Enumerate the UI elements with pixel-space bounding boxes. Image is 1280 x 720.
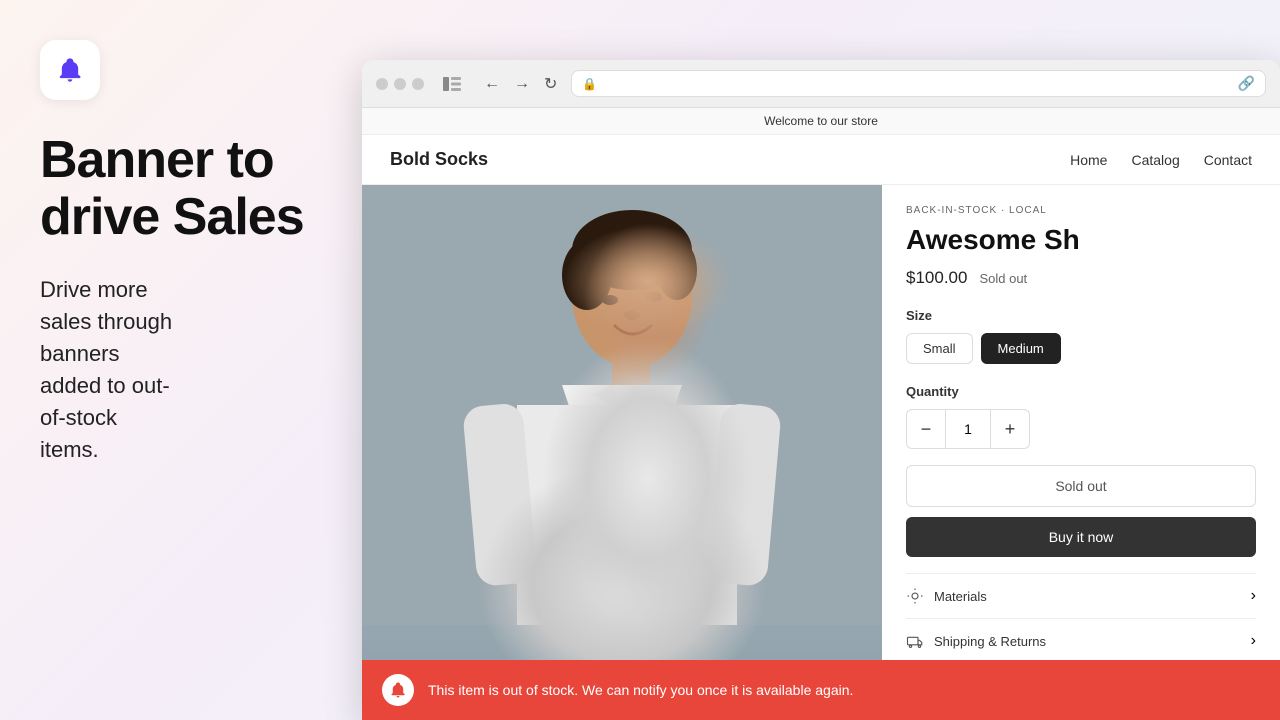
store-banner: Welcome to our store (362, 108, 1280, 135)
accordion-materials-label: Materials (934, 589, 1241, 604)
accordion-shipping-label: Shipping & Returns (934, 634, 1241, 649)
materials-icon (906, 587, 924, 605)
traffic-light-close (376, 78, 388, 90)
product-category: BACK-IN-STOCK · LOCAL (906, 205, 1256, 216)
notification-banner: This item is out of stock. We can notify… (362, 660, 1280, 720)
accordion-shipping[interactable]: Shipping & Returns › (906, 619, 1256, 664)
size-options: Small Medium (906, 333, 1256, 364)
back-button[interactable]: ← (480, 72, 504, 96)
store-nav-links: Home Catalog Contact (1070, 152, 1252, 168)
product-image-area (362, 185, 882, 720)
bell-notification-icon (389, 681, 407, 699)
browser-window: ← → ↻ 🔒 🔗 Welcome to our store Bold Sock… (362, 60, 1280, 720)
sold-out-button[interactable]: Sold out (906, 465, 1256, 507)
shipping-icon (906, 632, 924, 650)
product-price: $100.00 (906, 268, 967, 288)
store-banner-text: Welcome to our store (764, 114, 878, 128)
quantity-label: Quantity (906, 384, 1256, 399)
reload-button[interactable]: ↻ (540, 72, 561, 96)
app-icon (40, 40, 100, 100)
quantity-decrease-button[interactable]: − (907, 410, 945, 448)
product-name: Awesome Sh (906, 224, 1256, 256)
store-logo: Bold Socks (390, 149, 488, 170)
notification-text: This item is out of stock. We can notify… (428, 682, 853, 698)
sidebar-toggle-button[interactable] (438, 74, 466, 94)
accordion-materials[interactable]: Materials › (906, 574, 1256, 619)
price-row: $100.00 Sold out (906, 268, 1256, 288)
product-area: BACK-IN-STOCK · LOCAL Awesome Sh $100.00… (362, 185, 1280, 720)
headline: Banner to drive Sales (40, 132, 320, 246)
size-small-button[interactable]: Small (906, 333, 973, 364)
left-panel: Banner to drive Sales Drive moresales th… (0, 0, 360, 720)
product-image (362, 185, 882, 720)
quantity-row: − 1 + (906, 409, 1030, 449)
product-image-svg (362, 185, 882, 625)
store-content: Welcome to our store Bold Socks Home Cat… (362, 108, 1280, 720)
quantity-increase-button[interactable]: + (991, 410, 1029, 448)
nav-home[interactable]: Home (1070, 152, 1107, 168)
link-icon: 🔗 (1238, 75, 1255, 92)
quantity-value: 1 (945, 410, 991, 448)
sold-out-badge: Sold out (979, 271, 1027, 286)
browser-chrome: ← → ↻ 🔒 🔗 (362, 60, 1280, 108)
lock-icon: 🔒 (582, 77, 597, 91)
accordion-materials-chevron: › (1251, 587, 1256, 605)
nav-contact[interactable]: Contact (1204, 152, 1252, 168)
traffic-lights (376, 78, 424, 90)
store-nav: Bold Socks Home Catalog Contact (362, 135, 1280, 185)
nav-buttons: ← → ↻ (480, 72, 561, 96)
sidebar-icon (443, 77, 461, 91)
bell-icon (56, 56, 84, 84)
address-bar[interactable]: 🔒 🔗 (571, 70, 1266, 97)
subtext: Drive moresales throughbannersadded to o… (40, 274, 172, 465)
notification-bell-icon (382, 674, 414, 706)
size-label: Size (906, 308, 1256, 323)
product-details: BACK-IN-STOCK · LOCAL Awesome Sh $100.00… (882, 185, 1280, 720)
accordion-shipping-chevron: › (1251, 632, 1256, 650)
nav-catalog[interactable]: Catalog (1131, 152, 1179, 168)
buy-now-button[interactable]: Buy it now (906, 517, 1256, 557)
traffic-light-minimize (394, 78, 406, 90)
size-medium-button[interactable]: Medium (981, 333, 1061, 364)
forward-button[interactable]: → (510, 72, 534, 96)
traffic-light-maximize (412, 78, 424, 90)
